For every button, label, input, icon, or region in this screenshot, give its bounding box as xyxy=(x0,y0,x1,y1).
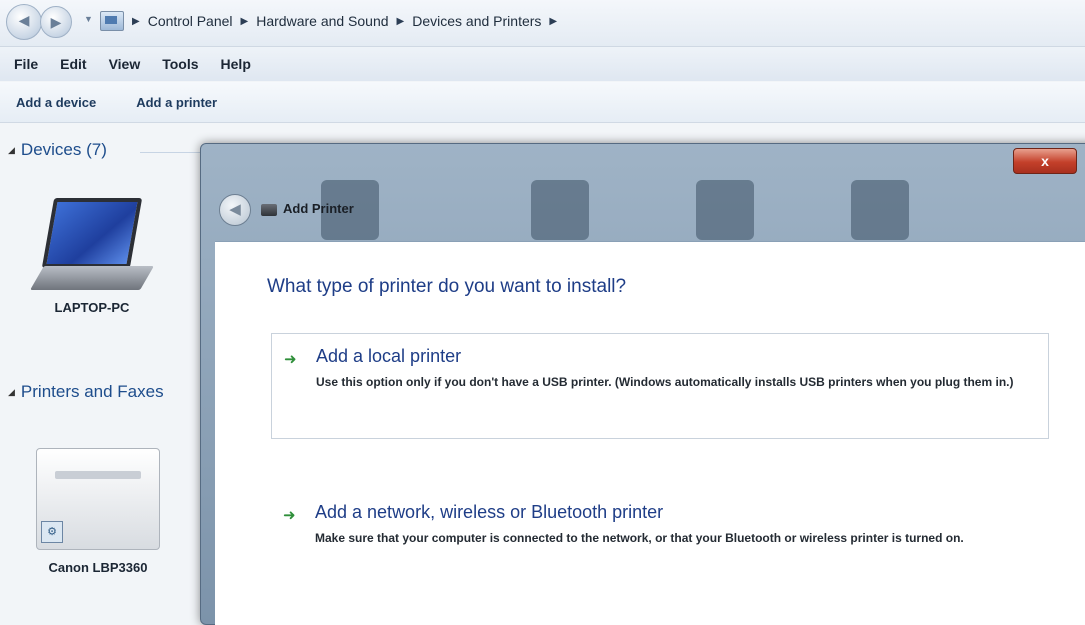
green-arrow-icon: ➜ xyxy=(283,507,296,524)
wizard-heading: What type of printer do you want to inst… xyxy=(267,276,627,297)
printer-status-icon: ⚙ xyxy=(41,521,63,543)
option-add-local-printer[interactable]: ➜ Add a local printer Use this option on… xyxy=(271,333,1049,439)
menu-bar: File Edit View Tools Help xyxy=(0,47,1085,81)
group-divider xyxy=(140,152,200,153)
option-add-network-printer[interactable]: ➜ Add a network, wireless or Bluetooth p… xyxy=(271,490,1047,594)
breadcrumb-chevron-icon[interactable]: ▶ xyxy=(549,16,557,27)
wizard-content: What type of printer do you want to inst… xyxy=(215,241,1085,625)
back-arrow-icon: ◀ xyxy=(18,12,30,28)
breadcrumb-chevron-icon[interactable]: ▶ xyxy=(241,16,249,27)
device-laptop[interactable]: LAPTOP-PC xyxy=(30,198,154,315)
breadcrumb-chevron-icon[interactable]: ▶ xyxy=(397,16,405,27)
printers-group-header[interactable]: ◢ Printers and Faxes xyxy=(8,382,164,402)
breadcrumb-chevron-icon[interactable]: ▶ xyxy=(132,16,140,27)
breadcrumb: ▶ Control Panel ▶ Hardware and Sound ▶ D… xyxy=(100,6,1065,36)
breadcrumb-control-panel[interactable]: Control Panel xyxy=(148,13,233,29)
laptop-keyboard-icon xyxy=(30,266,154,290)
device-label: LAPTOP-PC xyxy=(54,300,130,315)
glass-reflection xyxy=(531,180,589,240)
option-description: Use this option only if you don't have a… xyxy=(316,375,1014,389)
forward-button[interactable]: ▶ xyxy=(40,6,72,38)
green-arrow-icon: ➜ xyxy=(284,351,297,368)
menu-tools[interactable]: Tools xyxy=(162,56,198,72)
dialog-title: Add Printer xyxy=(283,201,354,216)
menu-help[interactable]: Help xyxy=(221,56,251,72)
glass-reflection xyxy=(696,180,754,240)
printers-group-label: Printers and Faxes xyxy=(20,382,164,401)
back-button[interactable]: ◀ xyxy=(6,4,42,40)
glass-reflection xyxy=(851,180,909,240)
device-printer[interactable]: ⚙ Canon LBP3360 xyxy=(28,448,168,575)
option-description: Make sure that your computer is connecte… xyxy=(315,531,964,545)
address-bar: ◀ ▶ ▼ ▶ Control Panel ▶ Hardware and Sou… xyxy=(0,0,1085,47)
printer-icon: ⚙ xyxy=(36,448,160,550)
menu-view[interactable]: View xyxy=(109,56,141,72)
breadcrumb-hardware-and-sound[interactable]: Hardware and Sound xyxy=(256,13,388,29)
option-title: Add a local printer xyxy=(316,346,462,366)
collapse-triangle-icon: ◢ xyxy=(8,144,15,155)
control-panel-icon xyxy=(100,11,124,31)
add-device-button[interactable]: Add a device xyxy=(16,95,96,110)
command-bar: Add a device Add a printer xyxy=(0,82,1085,123)
menu-edit[interactable]: Edit xyxy=(60,56,86,72)
option-title: Add a network, wireless or Bluetooth pri… xyxy=(315,502,664,522)
add-printer-button[interactable]: Add a printer xyxy=(136,95,217,110)
printer-slot xyxy=(55,471,141,479)
devices-group-label: Devices (7) xyxy=(20,140,107,159)
forward-arrow-icon: ▶ xyxy=(50,14,62,30)
device-label: Canon LBP3360 xyxy=(48,560,148,575)
devices-group-header[interactable]: ◢ Devices (7) xyxy=(8,140,107,160)
wizard-back-button[interactable]: ◀ xyxy=(219,194,251,226)
menu-file[interactable]: File xyxy=(14,56,38,72)
history-dropdown-icon[interactable]: ▼ xyxy=(84,14,93,24)
close-button[interactable]: x xyxy=(1013,148,1077,174)
collapse-triangle-icon: ◢ xyxy=(8,386,15,397)
laptop-icon xyxy=(41,198,143,268)
add-printer-dialog: x ◀ Add Printer What type of printer do … xyxy=(200,143,1085,625)
breadcrumb-devices-and-printers[interactable]: Devices and Printers xyxy=(412,13,541,29)
printer-icon xyxy=(261,204,277,216)
